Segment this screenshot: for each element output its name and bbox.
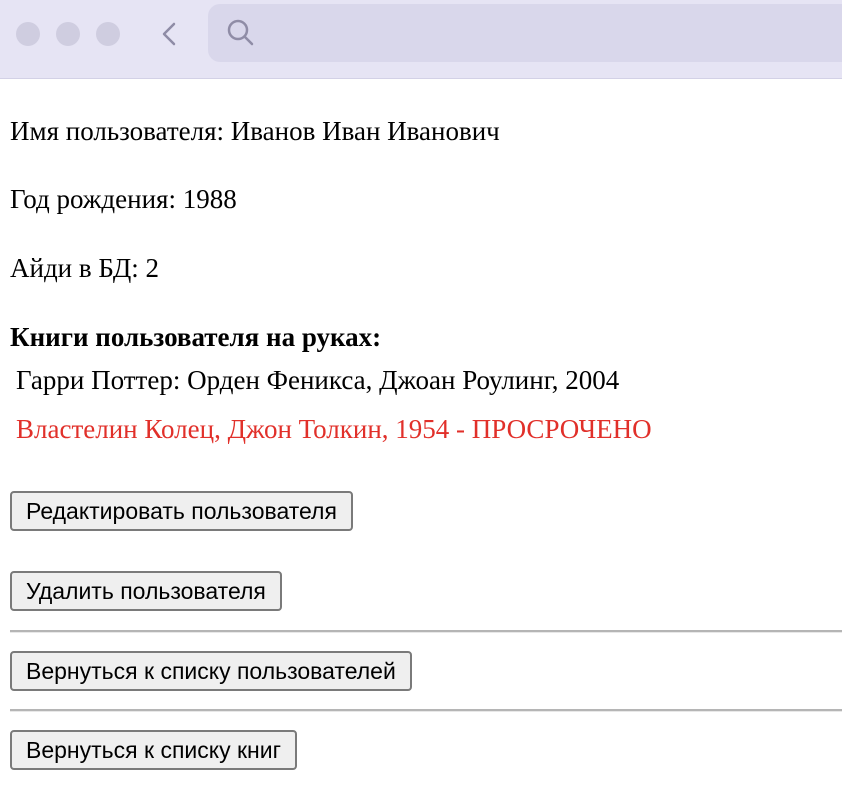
back-to-users-button[interactable]: Вернуться к списку пользователей [10,651,412,691]
window-minimize-dot[interactable] [56,22,80,46]
user-birth-year: Год рождения: 1988 [10,184,237,214]
window-close-dot[interactable] [16,22,40,46]
divider [10,630,842,633]
delete-user-button[interactable]: Удалить пользователя [10,571,282,611]
address-bar[interactable] [208,4,842,62]
books-heading: Книги пользователя на руках: [10,322,382,352]
user-name: Имя пользователя: Иванов Иван Иванович [10,116,500,146]
edit-user-button[interactable]: Редактировать пользователя [10,491,353,531]
book-item: Гарри Поттер: Орден Феникса, Джоан Роули… [16,365,620,395]
search-icon [226,18,256,48]
divider [10,709,842,712]
user-db-id: Айди в БД: 2 [10,253,160,283]
back-to-books-button[interactable]: Вернуться к списку книг [10,730,297,770]
browser-toolbar [0,0,842,79]
chevron-left-icon[interactable] [158,18,182,50]
window-zoom-dot[interactable] [96,22,120,46]
book-item-overdue: Властелин Колец, Джон Толкин, 1954 - ПРО… [16,414,652,444]
